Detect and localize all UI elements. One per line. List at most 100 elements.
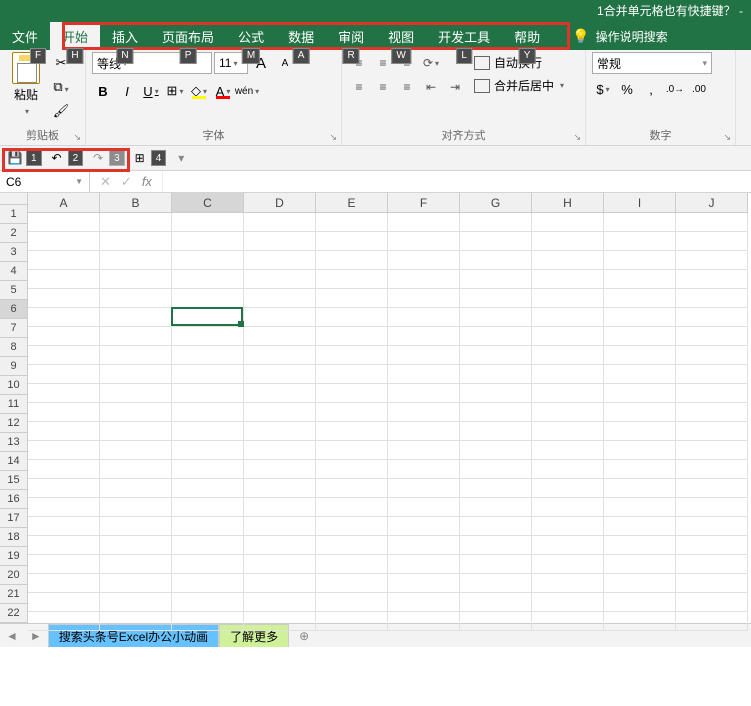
tab-nav-prev[interactable]: ◄ (0, 629, 24, 643)
cell[interactable] (460, 498, 532, 517)
cell[interactable] (28, 441, 100, 460)
cell[interactable] (460, 251, 532, 270)
cell[interactable] (388, 479, 460, 498)
cell[interactable] (532, 555, 604, 574)
cell[interactable] (28, 574, 100, 593)
cell[interactable] (532, 517, 604, 536)
cell[interactable] (28, 536, 100, 555)
col-header[interactable]: D (244, 193, 316, 213)
menu-insert[interactable]: 插入N (100, 22, 150, 50)
border-button[interactable]: ⊞ (164, 80, 186, 102)
cell[interactable] (388, 365, 460, 384)
menu-help[interactable]: 帮助Y (502, 22, 552, 50)
menu-formulas[interactable]: 公式M (226, 22, 276, 50)
qat-customize-icon[interactable]: ▾ (172, 150, 190, 166)
cell[interactable] (100, 365, 172, 384)
formula-bar[interactable] (162, 171, 751, 192)
cell[interactable] (28, 270, 100, 289)
font-color-button[interactable]: A (212, 80, 234, 102)
col-header[interactable]: G (460, 193, 532, 213)
copy-button[interactable]: ⧉ (50, 76, 72, 98)
fx-icon[interactable]: fx (142, 174, 152, 189)
number-launcher[interactable]: ↘ (723, 132, 731, 143)
cell[interactable] (604, 384, 676, 403)
cell[interactable] (28, 460, 100, 479)
cell[interactable] (100, 251, 172, 270)
cell[interactable] (676, 384, 748, 403)
cell[interactable] (676, 346, 748, 365)
name-box[interactable]: C6▼ (0, 171, 90, 192)
cell[interactable] (604, 270, 676, 289)
underline-button[interactable]: U (140, 80, 162, 102)
cell[interactable] (316, 346, 388, 365)
cell[interactable] (316, 574, 388, 593)
cell[interactable] (28, 498, 100, 517)
cell[interactable] (604, 308, 676, 327)
menu-review[interactable]: 审阅R (326, 22, 376, 50)
cell[interactable] (100, 479, 172, 498)
cell[interactable] (316, 384, 388, 403)
cell[interactable] (388, 422, 460, 441)
menu-layout[interactable]: 页面布局P (150, 22, 226, 50)
cell[interactable] (532, 289, 604, 308)
cell[interactable] (100, 289, 172, 308)
enter-formula-icon[interactable]: ✓ (121, 174, 132, 190)
cell[interactable] (532, 346, 604, 365)
cell[interactable] (604, 346, 676, 365)
select-all-corner[interactable] (0, 193, 28, 205)
cell[interactable] (460, 270, 532, 289)
tell-me-search[interactable]: 💡操作说明搜索 (572, 28, 667, 45)
cancel-formula-icon[interactable]: ✕ (100, 174, 111, 190)
cell[interactable] (676, 213, 748, 232)
cell[interactable] (604, 232, 676, 251)
cell[interactable] (388, 289, 460, 308)
percent-button[interactable]: % (616, 78, 638, 100)
cell[interactable] (460, 593, 532, 612)
cell[interactable] (388, 536, 460, 555)
cell[interactable] (604, 536, 676, 555)
cell[interactable] (172, 213, 244, 232)
cell[interactable] (604, 612, 676, 631)
cell[interactable] (676, 555, 748, 574)
cell[interactable] (172, 422, 244, 441)
cell[interactable] (532, 612, 604, 631)
cell[interactable] (604, 251, 676, 270)
cell[interactable] (676, 536, 748, 555)
cell[interactable] (244, 536, 316, 555)
format-painter-button[interactable]: 🖌 (50, 100, 72, 122)
cell[interactable] (172, 441, 244, 460)
cell[interactable] (244, 365, 316, 384)
cell[interactable] (316, 460, 388, 479)
cell[interactable] (316, 479, 388, 498)
cell[interactable] (604, 498, 676, 517)
cell[interactable] (172, 232, 244, 251)
cell[interactable] (460, 574, 532, 593)
cell[interactable] (676, 612, 748, 631)
cell[interactable] (100, 232, 172, 251)
cell[interactable] (604, 593, 676, 612)
merge-center-button[interactable]: 合并后居中 (470, 75, 568, 96)
cell[interactable] (172, 574, 244, 593)
cell[interactable] (244, 403, 316, 422)
cell[interactable] (244, 232, 316, 251)
cell[interactable] (604, 289, 676, 308)
cell[interactable] (316, 232, 388, 251)
cell[interactable] (172, 251, 244, 270)
cell[interactable] (244, 479, 316, 498)
cell[interactable] (676, 479, 748, 498)
cell[interactable] (316, 517, 388, 536)
cell[interactable] (172, 403, 244, 422)
row-header[interactable]: 8 (0, 338, 28, 357)
menu-data[interactable]: 数据A (276, 22, 326, 50)
row-header[interactable]: 10 (0, 376, 28, 395)
cell[interactable] (316, 289, 388, 308)
name-box-arrow[interactable]: ▼ (75, 177, 83, 186)
cell[interactable] (316, 536, 388, 555)
cell[interactable] (172, 346, 244, 365)
cell[interactable] (532, 441, 604, 460)
cell[interactable] (604, 479, 676, 498)
qat-undo-icon[interactable]: ↶ (48, 150, 66, 166)
cell[interactable] (100, 460, 172, 479)
cell[interactable] (676, 327, 748, 346)
cell[interactable] (676, 517, 748, 536)
